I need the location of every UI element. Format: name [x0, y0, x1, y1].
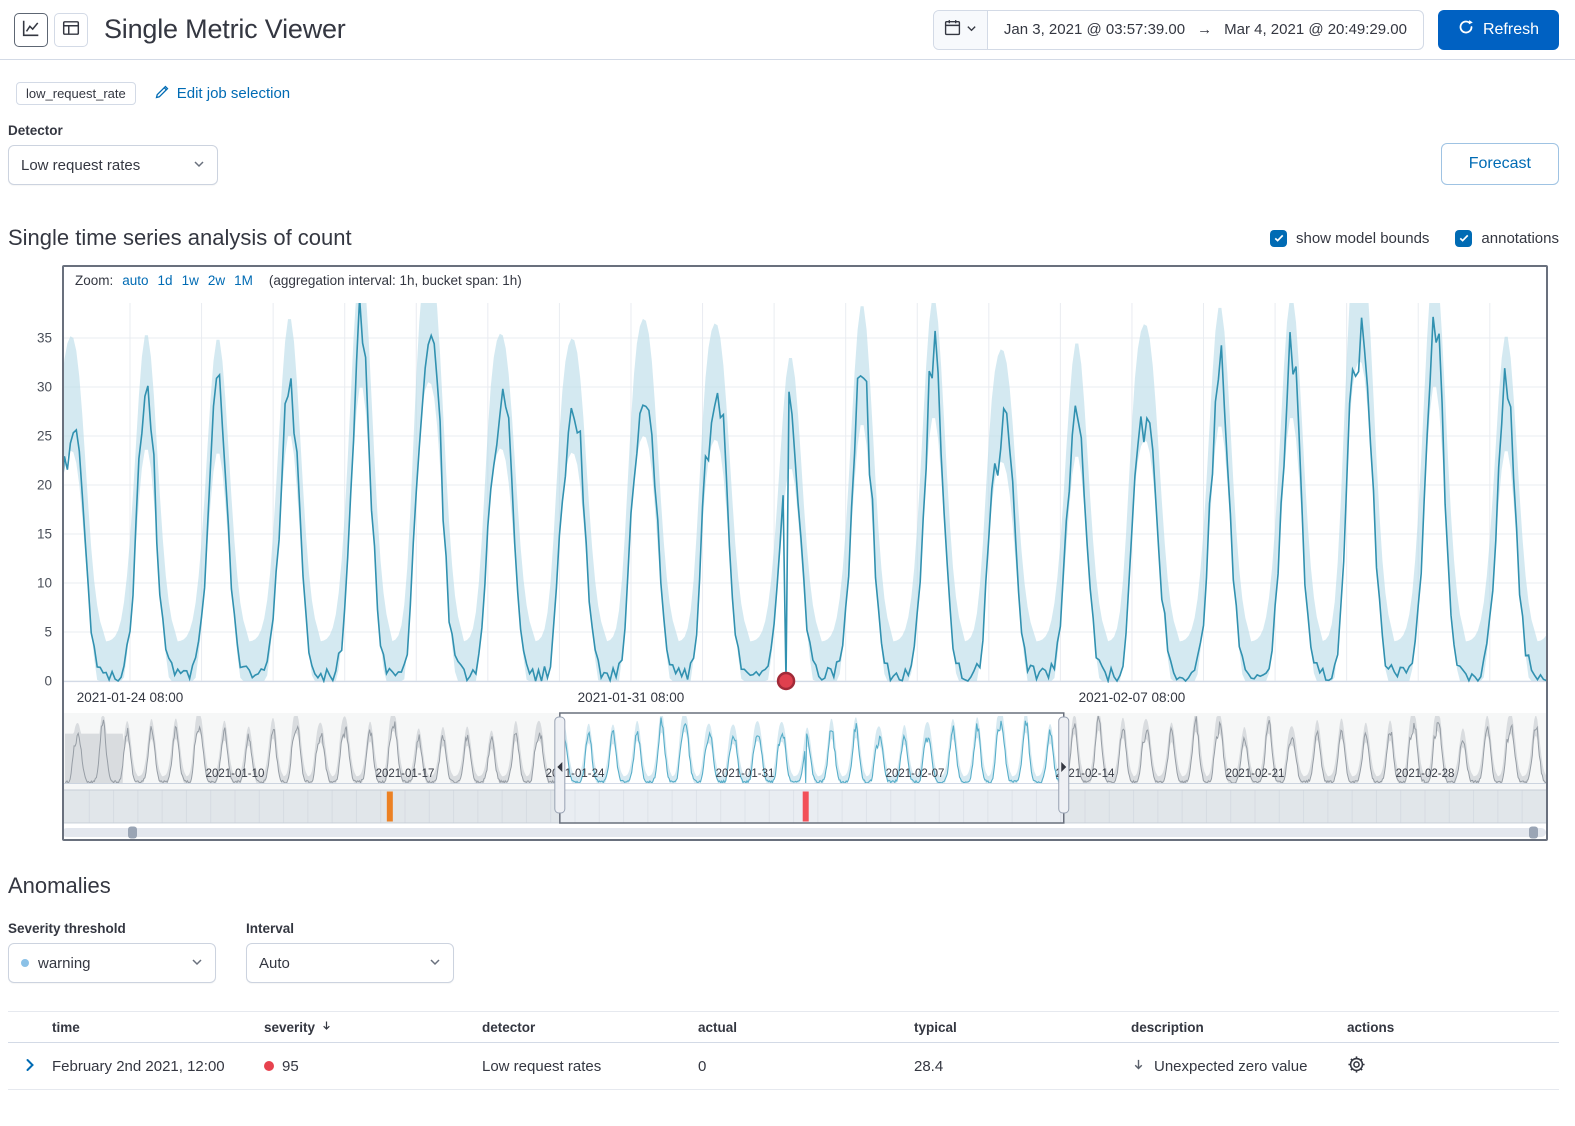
zoom-controls: Zoom: auto 1d 1w 2w 1M (aggregation inte…	[75, 273, 522, 288]
svg-text:0: 0	[44, 674, 52, 689]
zoom-option-1d[interactable]: 1d	[158, 273, 173, 288]
chevron-down-icon	[191, 955, 203, 972]
interval-select[interactable]: Auto	[246, 943, 454, 983]
detector-label: Detector	[8, 123, 218, 138]
top-bar: Single Metric Viewer Jan 3, 2021 @ 03:57…	[0, 0, 1575, 60]
interval-label: Interval	[246, 921, 454, 936]
svg-text:30: 30	[37, 380, 52, 395]
expand-row-button[interactable]	[22, 1057, 38, 1076]
col-header-time[interactable]: time	[52, 1020, 264, 1035]
line-chart-icon	[22, 19, 40, 40]
show-model-bounds-checkbox[interactable]: show model bounds	[1270, 230, 1429, 247]
col-header-typical[interactable]: typical	[914, 1020, 1131, 1035]
svg-text:2021-01-24 08:00: 2021-01-24 08:00	[77, 690, 184, 705]
svg-text:15: 15	[37, 527, 52, 542]
timeseries-chart[interactable]: 0 5 10 15 20 25 30 35 2021-01-24 08:00 2021-01-31…	[8, 265, 1567, 843]
anomaly-severity-dot	[264, 1061, 274, 1071]
anomaly-typical: 28.4	[914, 1058, 1131, 1075]
anomalies-table-header: time severity detector actual typical de…	[8, 1011, 1559, 1043]
zoom-option-auto[interactable]: auto	[122, 273, 148, 288]
annotations-checkbox[interactable]: annotations	[1455, 230, 1559, 247]
checkbox-checked-icon	[1270, 230, 1287, 247]
svg-text:20: 20	[37, 478, 52, 493]
anomaly-detector: Low request rates	[482, 1058, 698, 1075]
refresh-button[interactable]: Refresh	[1438, 10, 1559, 50]
anomalies-title: Anomalies	[8, 873, 1559, 899]
anomalies-table: time severity detector actual typical de…	[8, 1011, 1559, 1090]
edit-job-selection-link[interactable]: Edit job selection	[154, 84, 290, 104]
chevron-right-icon	[22, 1057, 38, 1076]
col-header-severity[interactable]: severity	[264, 1019, 482, 1035]
chart-view-button[interactable]	[14, 13, 48, 47]
refresh-label: Refresh	[1483, 21, 1539, 39]
zoom-option-1M[interactable]: 1M	[234, 273, 253, 288]
checkbox-checked-icon	[1455, 230, 1472, 247]
svg-text:2021-01-31: 2021-01-31	[716, 768, 775, 780]
date-range-picker: Jan 3, 2021 @ 03:57:39.00 → Mar 4, 2021 …	[933, 10, 1424, 50]
forecast-button[interactable]: Forecast	[1441, 143, 1559, 185]
anomaly-actions-button[interactable]	[1347, 1055, 1366, 1077]
job-selection-bar: low_request_rate Edit job selection	[0, 60, 1575, 115]
zoom-option-2w[interactable]: 2w	[208, 273, 225, 288]
page-title: Single Metric Viewer	[104, 14, 346, 45]
col-header-description[interactable]: description	[1131, 1020, 1347, 1035]
svg-text:25: 25	[37, 429, 52, 444]
anomalies-section: Anomalies Severity threshold warning Int…	[0, 843, 1575, 1090]
col-header-actions: actions	[1347, 1020, 1559, 1035]
arrow-down-icon	[1131, 1057, 1146, 1076]
chevron-down-icon	[966, 21, 977, 39]
aggregation-interval-note: (aggregation interval: 1h, bucket span: …	[269, 273, 522, 288]
pencil-icon	[154, 84, 170, 104]
severity-threshold-label: Severity threshold	[8, 921, 216, 936]
anomaly-severity-cell: 95	[264, 1058, 482, 1075]
date-range-arrow: →	[1197, 21, 1212, 38]
chevron-down-icon	[429, 955, 441, 972]
anomaly-severity-score: 95	[282, 1058, 299, 1075]
zoom-option-1w[interactable]: 1w	[182, 273, 199, 288]
end-date-button[interactable]: Mar 4, 2021 @ 20:49:29.00	[1224, 21, 1407, 38]
timeseries-chart-panel: 0 5 10 15 20 25 30 35 2021-01-24 08:00 2021-01-31…	[8, 265, 1567, 843]
svg-text:2021-02-07: 2021-02-07	[886, 768, 945, 780]
job-badge: low_request_rate	[16, 82, 136, 105]
sort-descending-icon	[320, 1019, 333, 1035]
table-view-button[interactable]	[54, 13, 88, 47]
quick-select-button[interactable]	[934, 11, 988, 49]
svg-text:2021-01-31 08:00: 2021-01-31 08:00	[578, 690, 685, 705]
severity-threshold-select[interactable]: warning	[8, 943, 216, 983]
refresh-icon	[1458, 19, 1474, 40]
view-toggle-group	[14, 13, 88, 47]
anomaly-time: February 2nd 2021, 12:00	[52, 1058, 264, 1075]
gear-icon	[1347, 1055, 1366, 1077]
svg-text:5: 5	[44, 625, 52, 640]
anomaly-table-row: February 2nd 2021, 12:00 95 Low request …	[8, 1043, 1559, 1090]
anomaly-actual: 0	[698, 1058, 914, 1075]
detector-row: Detector Low request rates Forecast	[0, 115, 1575, 185]
zoom-label: Zoom:	[75, 273, 113, 288]
anomaly-description-cell: Unexpected zero value	[1131, 1057, 1347, 1076]
calendar-icon	[944, 19, 961, 41]
start-date-button[interactable]: Jan 3, 2021 @ 03:57:39.00	[1004, 21, 1185, 38]
svg-text:10: 10	[37, 576, 52, 591]
series-header: Single time series analysis of count sho…	[8, 225, 1559, 251]
col-header-actual[interactable]: actual	[698, 1020, 914, 1035]
col-header-detector[interactable]: detector	[482, 1020, 698, 1035]
severity-warning-dot	[21, 959, 29, 967]
data-table-icon	[62, 19, 80, 40]
svg-text:35: 35	[37, 331, 52, 346]
svg-text:2021-02-07 08:00: 2021-02-07 08:00	[1079, 690, 1186, 705]
detector-select[interactable]: Low request rates	[8, 145, 218, 185]
series-title: Single time series analysis of count	[8, 225, 352, 251]
chevron-down-icon	[193, 157, 205, 174]
